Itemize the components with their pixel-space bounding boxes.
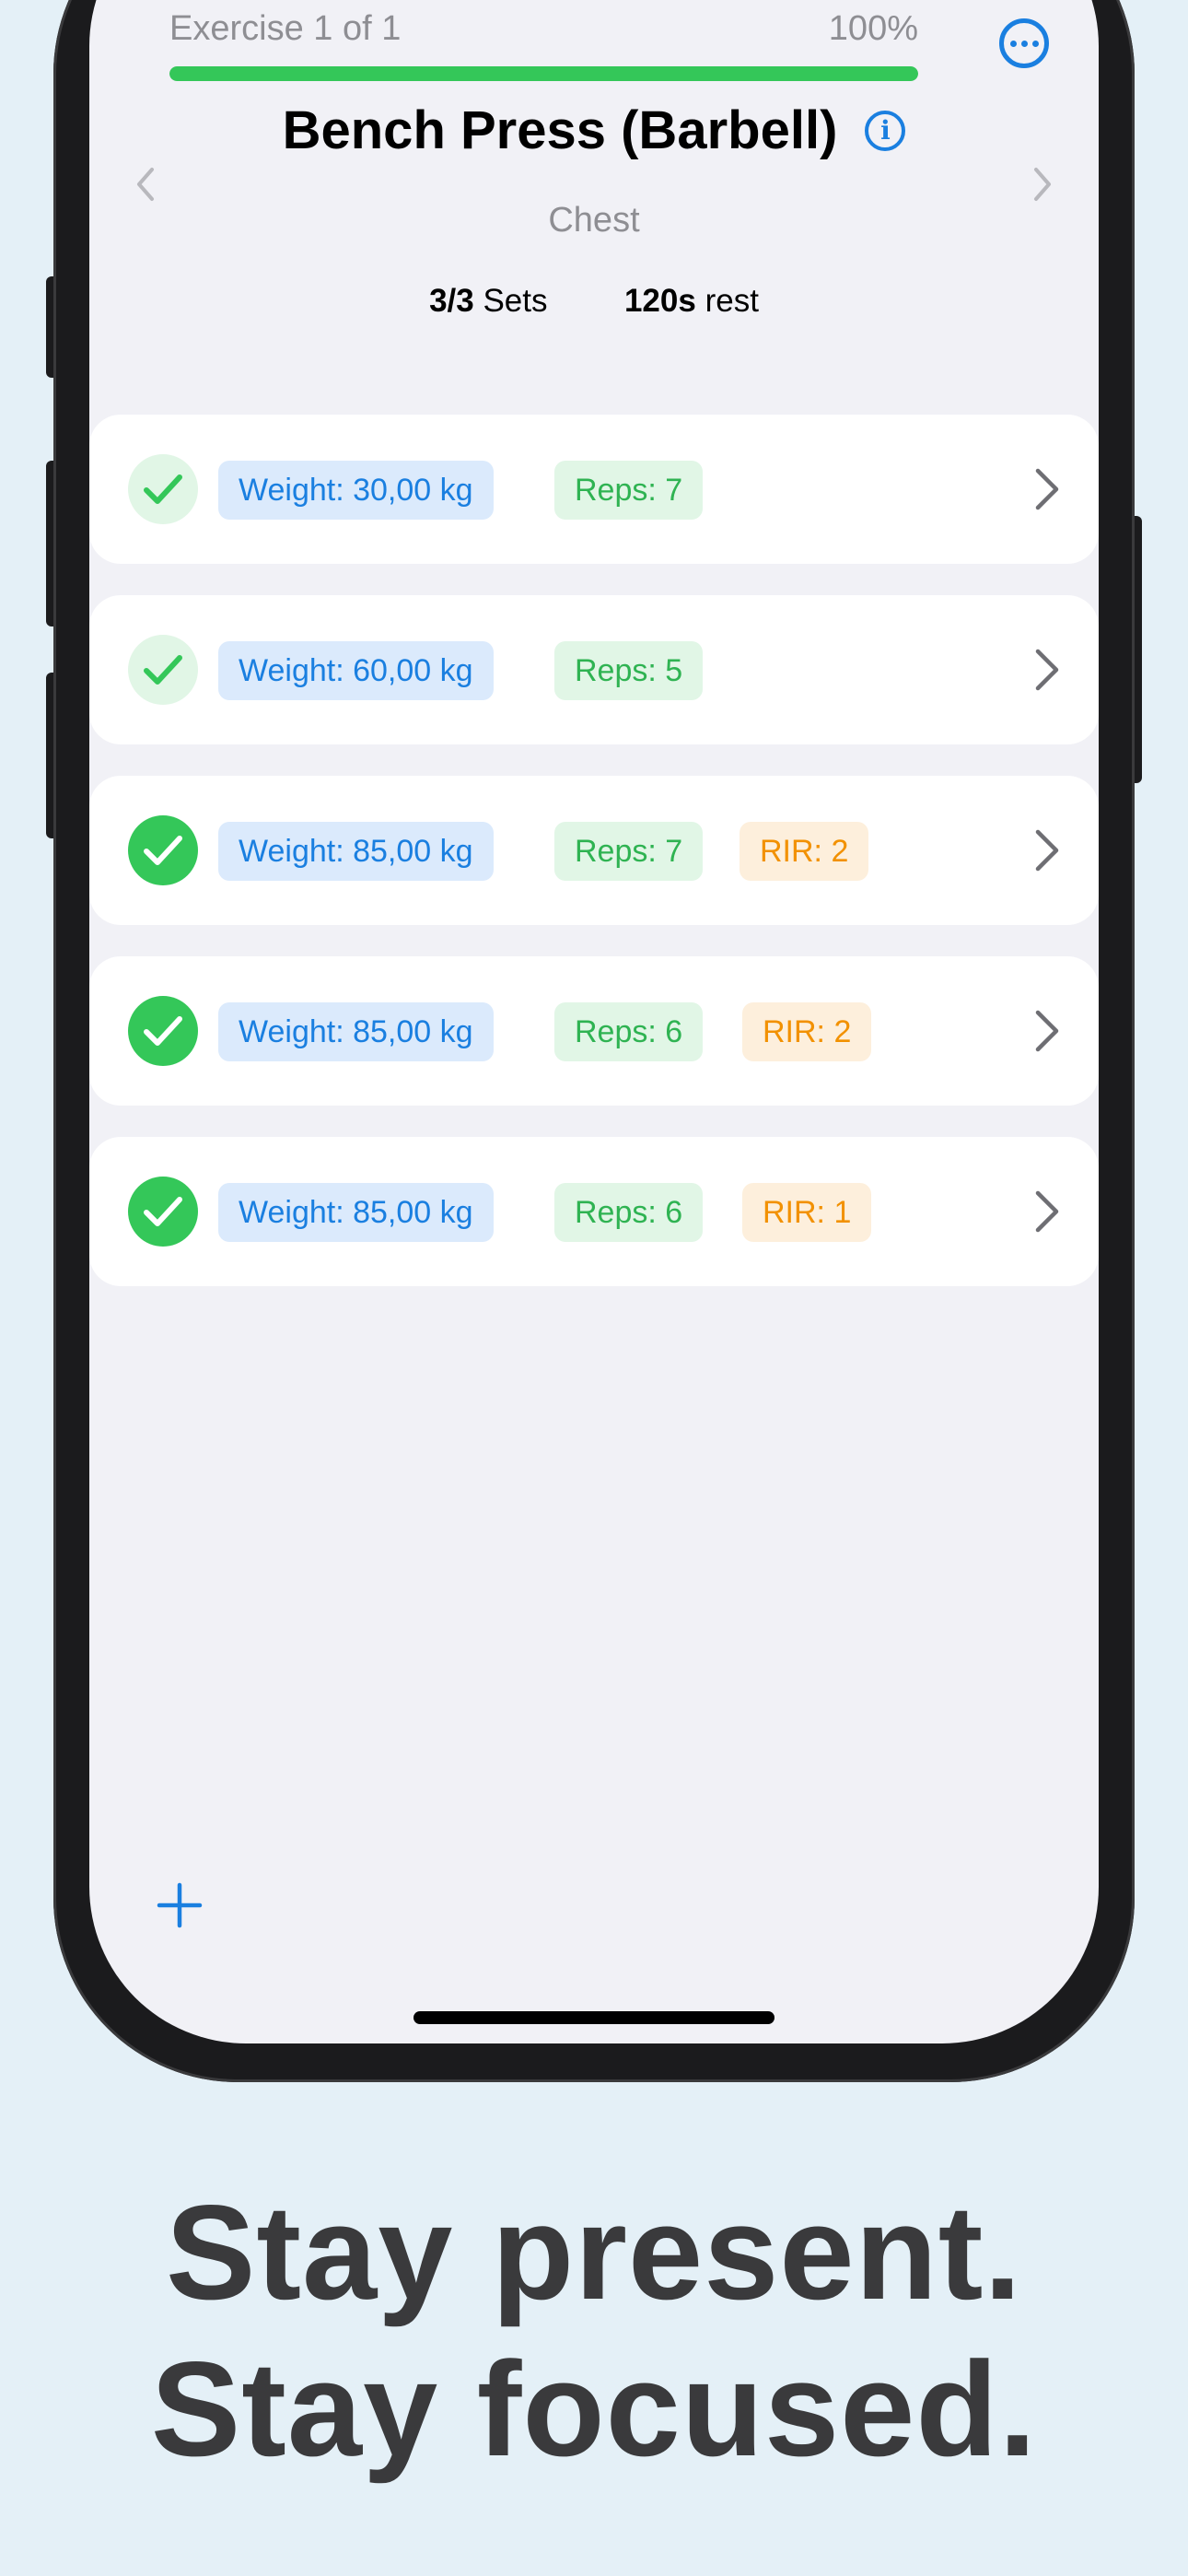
weight-badge: Weight: 30,00 kg <box>218 461 494 520</box>
rir-badge: RIR: 2 <box>742 1002 872 1061</box>
rest-value: 120s <box>623 283 696 319</box>
info-circle-icon[interactable]: i <box>865 110 906 151</box>
app-screen: Exercise 1 of 1 100% Bench Press (Barbel… <box>89 0 1099 2043</box>
weight-badge: Weight: 60,00 kg <box>218 641 494 700</box>
chevron-right-icon <box>1035 829 1059 872</box>
checkmark-circle-icon[interactable] <box>128 1177 198 1247</box>
rir-badge: RIR: 1 <box>742 1183 872 1242</box>
reps-badge: Reps: 7 <box>554 461 704 520</box>
checkmark-circle-icon[interactable] <box>128 996 198 1066</box>
chevron-right-icon <box>1035 1190 1059 1233</box>
rest-label: rest <box>705 283 759 319</box>
reps-badge: Reps: 5 <box>554 641 704 700</box>
chevron-right-icon <box>1035 468 1059 510</box>
set-row-3[interactable]: Weight: 85,00 kg Reps: 7 RIR: 2 <box>89 776 1099 925</box>
checkmark-circle-icon[interactable] <box>128 635 198 705</box>
reps-badge: Reps: 6 <box>554 1002 704 1061</box>
progress-label: Exercise 1 of 1 <box>169 9 402 48</box>
chevron-right-icon <box>1035 649 1059 691</box>
reps-badge: Reps: 7 <box>554 822 704 881</box>
weight-badge: Weight: 85,00 kg <box>218 822 494 881</box>
checkmark-circle-icon[interactable] <box>128 815 198 885</box>
set-row-1[interactable]: Weight: 30,00 kg Reps: 7 <box>89 415 1099 564</box>
headline-line-2: Stay focused. <box>150 2334 1038 2484</box>
exercise-title-row: Bench Press (Barbell) i <box>89 100 1099 161</box>
muscle-group: Chest <box>548 201 640 240</box>
set-row-4[interactable]: Weight: 85,00 kg Reps: 6 RIR: 2 <box>89 956 1099 1106</box>
reps-badge: Reps: 6 <box>554 1183 704 1242</box>
more-options-button[interactable] <box>999 18 1049 68</box>
checkmark-circle-icon[interactable] <box>128 454 198 524</box>
home-indicator <box>413 2011 775 2024</box>
sets-label: Sets <box>483 283 548 319</box>
plus-icon[interactable] <box>156 1881 204 1929</box>
previous-exercise-chevron-icon[interactable] <box>128 166 165 203</box>
progress-percent: 100% <box>828 9 918 48</box>
headline-line-1: Stay present. <box>166 2177 1022 2327</box>
marketing-headline: Stay present. Stay focused. <box>0 2174 1188 2488</box>
rir-badge: RIR: 2 <box>740 822 869 881</box>
ellipsis-circle-icon <box>1009 40 1039 47</box>
weight-badge: Weight: 85,00 kg <box>218 1183 494 1242</box>
exercise-meta: 3/3 Sets 120s rest <box>89 283 1099 320</box>
exercise-title: Bench Press (Barbell) <box>282 100 838 160</box>
progress-bar-fill <box>169 66 918 81</box>
chevron-right-icon <box>1035 1010 1059 1052</box>
next-exercise-chevron-icon[interactable] <box>1023 166 1060 203</box>
sets-count: 3/3 <box>429 283 474 319</box>
set-row-5[interactable]: Weight: 85,00 kg Reps: 6 RIR: 1 <box>89 1137 1099 1286</box>
weight-badge: Weight: 85,00 kg <box>218 1002 494 1061</box>
progress-bar <box>169 66 918 81</box>
set-row-2[interactable]: Weight: 60,00 kg Reps: 5 <box>89 595 1099 744</box>
